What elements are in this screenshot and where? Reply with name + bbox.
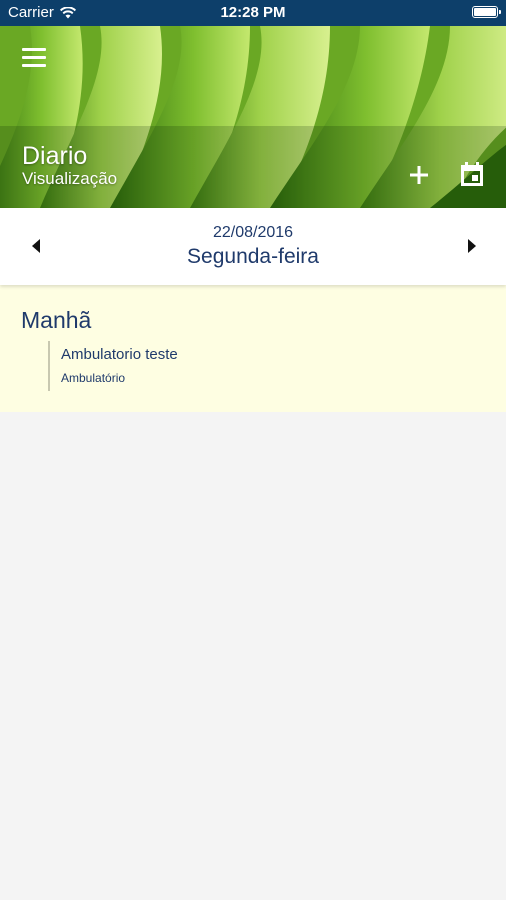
status-bar: Carrier 12:28 PM	[0, 0, 506, 26]
date-navigator: 22/08/2016 Segunda-feira	[0, 208, 506, 285]
period-title: Manhã	[21, 307, 92, 333]
hamburger-menu-icon	[22, 48, 48, 67]
plus-icon	[410, 166, 428, 184]
entry-title: Ambulatorio teste	[61, 346, 178, 363]
page-subtitle: Visualização	[22, 169, 118, 188]
arrow-right-icon	[468, 239, 476, 253]
current-date: 22/08/2016	[212, 224, 294, 241]
add-button[interactable]	[406, 162, 432, 188]
schedule-entry[interactable]: Ambulatorio teste Ambulatório	[48, 341, 470, 391]
current-weekday: Segunda-feira	[187, 245, 319, 268]
app-screen: Carrier 12:28 PM Diario Visualização 22/…	[0, 0, 506, 900]
calendar-icon	[461, 162, 483, 186]
battery-icon	[472, 6, 501, 18]
page-title: Diario	[22, 142, 88, 170]
status-time: 12:28 PM	[220, 4, 286, 21]
menu-button[interactable]	[22, 48, 48, 70]
next-day-button[interactable]	[460, 234, 484, 258]
calendar-button[interactable]	[458, 160, 486, 188]
period-section-morning: Manhã Ambulatorio teste Ambulatório	[0, 285, 506, 412]
app-header: Diario Visualização	[0, 26, 506, 208]
entry-subtitle: Ambulatório	[61, 371, 126, 385]
